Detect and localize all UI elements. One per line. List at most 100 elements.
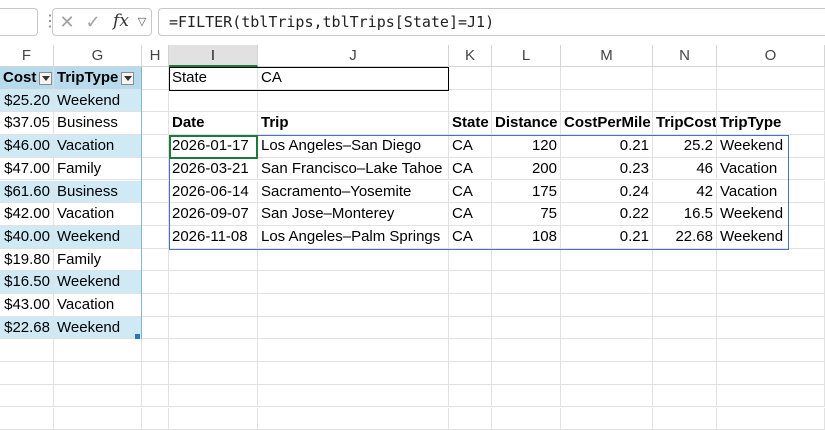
cell[interactable]	[169, 339, 258, 362]
filter-dropdown-icon[interactable]	[121, 72, 134, 85]
result-cell[interactable]: 46	[653, 158, 717, 181]
cell[interactable]	[717, 294, 825, 317]
cell[interactable]	[258, 317, 449, 340]
source-cell[interactable]: $61.60	[0, 181, 54, 204]
source-cell[interactable]: $43.00	[0, 294, 54, 317]
cell[interactable]	[449, 249, 492, 272]
cell[interactable]	[449, 317, 492, 340]
cell[interactable]	[717, 90, 825, 113]
cell[interactable]	[717, 271, 825, 294]
result-cell[interactable]: 25.2	[653, 135, 717, 158]
cell[interactable]	[561, 385, 653, 408]
cell[interactable]	[717, 67, 825, 90]
source-cell[interactable]: $42.00	[0, 203, 54, 226]
cell[interactable]	[54, 408, 142, 430]
column-header-o[interactable]: O	[717, 45, 825, 67]
result-cell[interactable]: 108	[492, 226, 561, 249]
source-cell[interactable]: $46.00	[0, 135, 54, 158]
cell[interactable]	[717, 339, 825, 362]
cell[interactable]	[142, 67, 169, 90]
confirm-check-icon[interactable]: ✓	[82, 10, 104, 34]
result-cell[interactable]: 2026-09-07	[169, 203, 258, 226]
source-cell[interactable]: Vacation	[54, 135, 142, 158]
cell[interactable]	[142, 271, 169, 294]
cell[interactable]	[561, 249, 653, 272]
cell[interactable]	[169, 408, 258, 430]
worksheet-grid[interactable]: CostTripTypeStateCA$25.20Weekend$37.05Bu…	[0, 67, 825, 424]
result-cell[interactable]: 42	[653, 181, 717, 204]
cell[interactable]	[449, 362, 492, 385]
source-cell[interactable]: Family	[54, 249, 142, 272]
cell[interactable]	[169, 249, 258, 272]
cell[interactable]	[653, 339, 717, 362]
cell[interactable]	[492, 67, 561, 90]
column-header-k[interactable]: K	[449, 45, 492, 67]
source-cell[interactable]: Vacation	[54, 203, 142, 226]
result-cell[interactable]: 75	[492, 203, 561, 226]
cell[interactable]	[0, 339, 54, 362]
cell[interactable]	[561, 67, 653, 90]
criteria-label[interactable]: State	[169, 67, 258, 90]
cell[interactable]	[142, 339, 169, 362]
cell[interactable]	[142, 181, 169, 204]
cell[interactable]	[142, 385, 169, 408]
cell[interactable]	[0, 362, 54, 385]
cell[interactable]	[561, 271, 653, 294]
result-cell[interactable]: CA	[449, 158, 492, 181]
cell[interactable]	[0, 385, 54, 408]
cell[interactable]	[492, 249, 561, 272]
result-cell[interactable]: Los Angeles–Palm Springs	[258, 226, 449, 249]
cell[interactable]	[258, 339, 449, 362]
cell[interactable]	[561, 317, 653, 340]
cell[interactable]	[492, 294, 561, 317]
cell[interactable]	[717, 317, 825, 340]
cell[interactable]	[142, 408, 169, 430]
cell[interactable]	[142, 203, 169, 226]
column-header-f[interactable]: F	[0, 45, 54, 67]
cell[interactable]	[717, 408, 825, 430]
cell[interactable]	[561, 362, 653, 385]
result-cell[interactable]: 0.24	[561, 181, 653, 204]
cell[interactable]	[653, 294, 717, 317]
result-cell[interactable]: Los Angeles–San Diego	[258, 135, 449, 158]
result-cell[interactable]: 0.21	[561, 226, 653, 249]
result-cell[interactable]: 120	[492, 135, 561, 158]
cell[interactable]	[717, 385, 825, 408]
result-cell[interactable]: Vacation	[717, 158, 825, 181]
result-cell[interactable]: 0.21	[561, 135, 653, 158]
source-cell[interactable]: $37.05	[0, 112, 54, 135]
source-cell[interactable]: Family	[54, 158, 142, 181]
result-cell[interactable]: Weekend	[717, 135, 825, 158]
cell[interactable]	[653, 385, 717, 408]
column-header-l[interactable]: L	[492, 45, 561, 67]
cell[interactable]	[449, 408, 492, 430]
cell[interactable]	[258, 385, 449, 408]
source-cell[interactable]: Weekend	[54, 226, 142, 249]
cell[interactable]	[54, 385, 142, 408]
column-header-n[interactable]: N	[653, 45, 717, 67]
source-cell[interactable]: $19.80	[0, 249, 54, 272]
source-cell[interactable]: $40.00	[0, 226, 54, 249]
source-cell[interactable]: $22.68	[0, 317, 54, 340]
cell[interactable]	[54, 339, 142, 362]
cell[interactable]	[142, 112, 169, 135]
cell[interactable]	[492, 385, 561, 408]
cell[interactable]	[449, 271, 492, 294]
cell[interactable]	[169, 271, 258, 294]
result-cell[interactable]: Vacation	[717, 181, 825, 204]
cell[interactable]	[142, 362, 169, 385]
cell[interactable]	[653, 317, 717, 340]
cell[interactable]	[449, 67, 492, 90]
cell[interactable]	[449, 339, 492, 362]
cell[interactable]	[561, 408, 653, 430]
result-cell[interactable]: 2026-03-21	[169, 158, 258, 181]
source-cell[interactable]: Weekend	[54, 317, 142, 340]
cell[interactable]	[142, 317, 169, 340]
cell[interactable]	[653, 362, 717, 385]
cell[interactable]	[492, 339, 561, 362]
cell[interactable]	[258, 362, 449, 385]
table-header-cost[interactable]: Cost	[0, 67, 54, 90]
cancel-icon[interactable]: ✕	[56, 10, 78, 34]
column-header-g[interactable]: G	[54, 45, 142, 67]
result-header[interactable]: TripCost	[653, 112, 717, 135]
